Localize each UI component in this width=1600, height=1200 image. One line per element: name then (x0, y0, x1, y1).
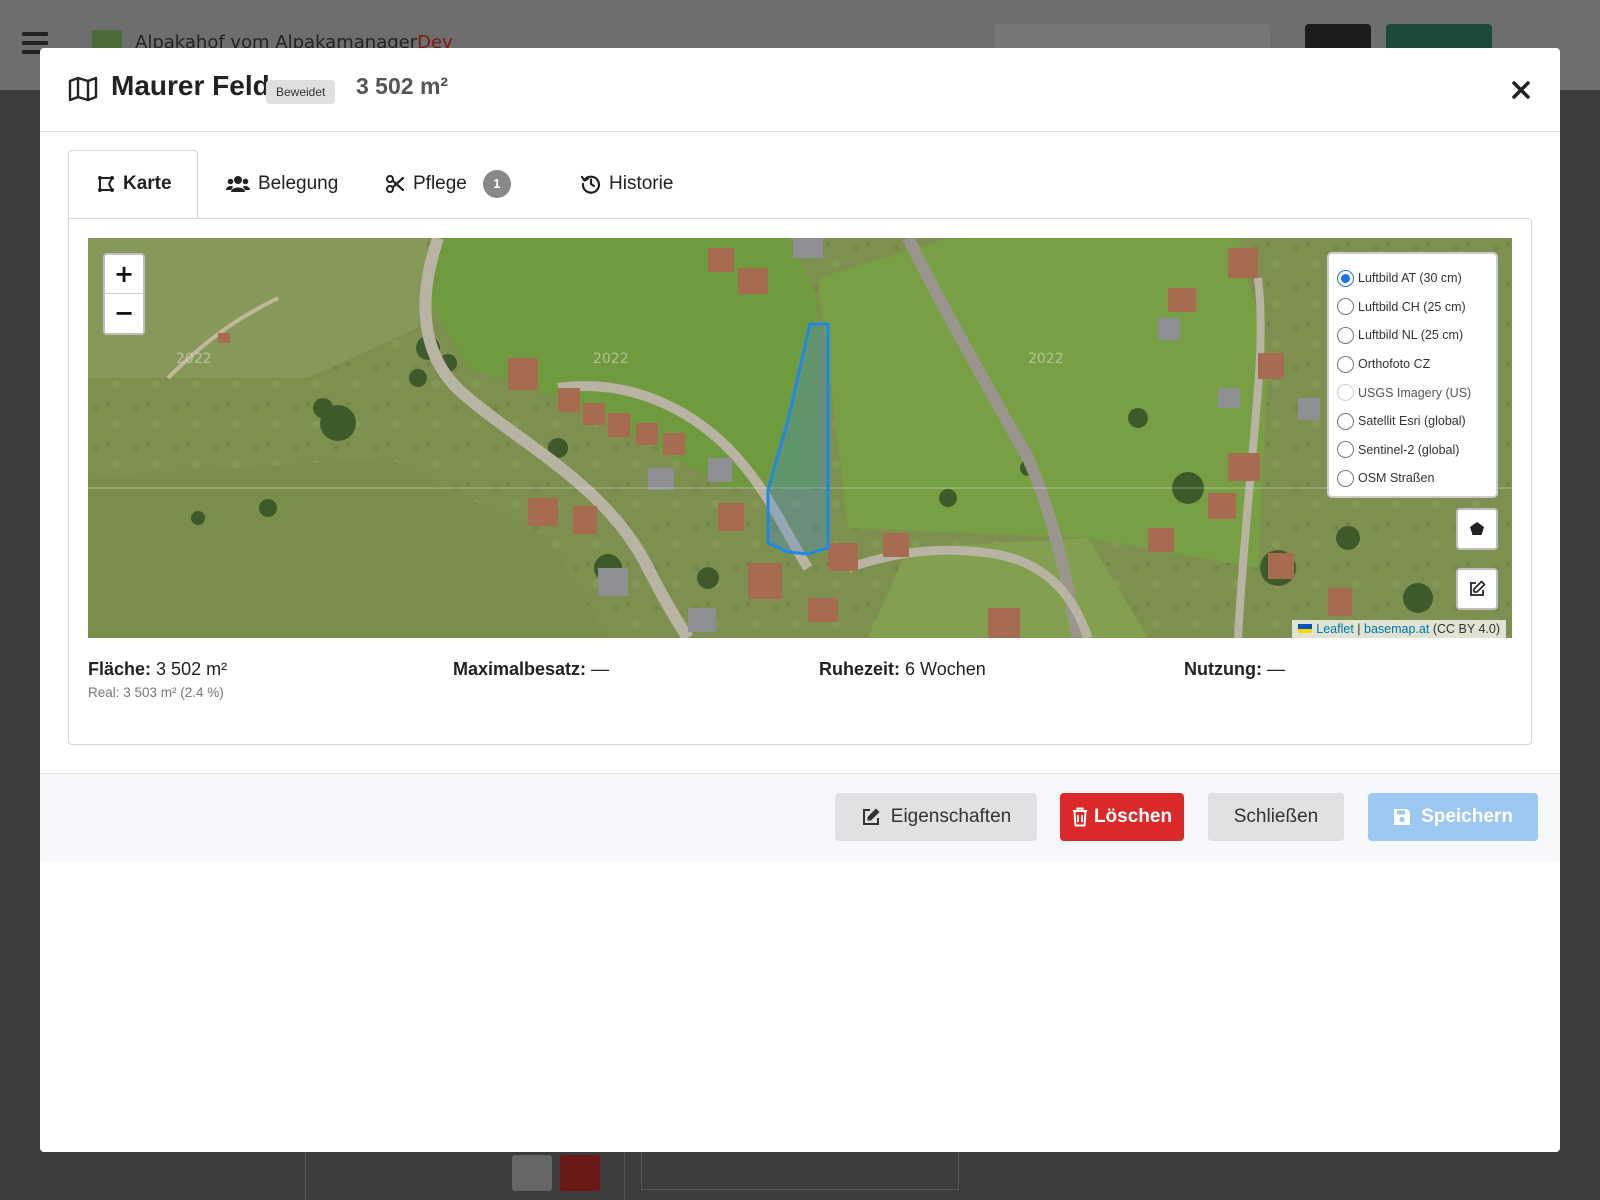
pasture-modal: Maurer Feld Beweidet 3 502 m² Karte Bele… (40, 48, 1560, 1152)
stat-maximalbesatz: Maximalbesatz: — (453, 659, 610, 679)
tab-label: Karte (123, 173, 172, 194)
leaflet-link[interactable]: Leaflet (1316, 622, 1354, 636)
edit-icon (1470, 580, 1486, 596)
year-watermark: 2022 (1028, 351, 1064, 367)
map-attribution: Leaflet | basemap.at (CC BY 4.0) (1292, 620, 1506, 638)
background-card (641, 1150, 959, 1190)
tab-historie[interactable]: Historie (553, 150, 701, 218)
layer-option[interactable]: Luftbild CH (25 cm) (1337, 293, 1488, 322)
layer-option[interactable]: Sentinel-2 (global) (1337, 436, 1488, 465)
properties-button[interactable]: Eigenschaften (835, 793, 1037, 841)
radio[interactable] (1337, 326, 1354, 344)
tab-label: Historie (609, 173, 674, 194)
basemap-link[interactable]: basemap.at (1364, 622, 1429, 636)
scissors-icon (385, 174, 405, 194)
modal-title: Maurer Feld (111, 70, 270, 101)
modal-footer: Eigenschaften Löschen Schließen Speicher… (40, 773, 1560, 861)
edit-icon (861, 807, 881, 827)
delete-button[interactable]: Löschen (1060, 793, 1184, 841)
floppy-disk-icon (1393, 808, 1411, 826)
tab-label: Pflege (413, 173, 467, 194)
zoom-in-button[interactable]: + (105, 255, 143, 294)
layer-option: USGS Imagery (US) (1337, 378, 1488, 407)
radio-disabled (1337, 384, 1354, 402)
users-icon (226, 174, 250, 194)
aerial-imagery: 2022 2022 2022 (88, 238, 1512, 638)
layer-option[interactable]: Orthofoto CZ (1337, 350, 1488, 379)
stat-flaeche-real: Real: 3 503 m² (2.4 %) (88, 685, 224, 700)
tab-label: Belegung (258, 173, 339, 194)
close-icon (1512, 81, 1530, 99)
close-modal-button[interactable]: Schließen (1208, 793, 1344, 841)
tab-panel-karte: 2022 2022 2022 + − Luftbild AT (30 cm) L… (68, 218, 1532, 745)
year-watermark: 2022 (176, 351, 212, 367)
layer-switcher: Luftbild AT (30 cm) Luftbild CH (25 cm) … (1327, 252, 1498, 498)
close-button[interactable] (1506, 75, 1536, 105)
stat-ruhezeit: Ruhezeit: 6 Wochen (819, 659, 986, 679)
tab-pflege[interactable]: Pflege 1 (357, 150, 539, 218)
status-badge: Beweidet (266, 80, 336, 104)
tab-belegung[interactable]: Belegung (198, 150, 366, 218)
draw-polygon-button[interactable] (1456, 508, 1498, 550)
stat-nutzung: Nutzung: — (1184, 659, 1285, 679)
edit-layers-button[interactable] (1456, 568, 1498, 610)
layer-option[interactable]: OSM Straßen (1337, 464, 1488, 493)
map-view[interactable]: 2022 2022 2022 + − Luftbild AT (30 cm) L… (88, 238, 1512, 638)
history-icon (581, 174, 601, 194)
background-edit-button (512, 1155, 552, 1191)
radio[interactable] (1337, 355, 1354, 373)
modal-header: Maurer Feld Beweidet 3 502 m² (40, 48, 1560, 132)
polygon-icon (97, 174, 115, 194)
zoom-control: + − (103, 253, 145, 335)
save-button[interactable]: Speichern (1368, 793, 1538, 841)
radio[interactable] (1337, 469, 1354, 487)
stat-flaeche: Fläche: 3 502 m² Real: 3 503 m² (2.4 %) (88, 659, 228, 700)
layer-option[interactable]: Satellit Esri (global) (1337, 407, 1488, 436)
zoom-out-button[interactable]: − (105, 294, 143, 333)
radio-selected[interactable] (1337, 269, 1354, 287)
ukraine-flag-icon (1298, 624, 1313, 633)
year-watermark: 2022 (593, 351, 629, 367)
area-value: 3 502 m² (356, 73, 449, 99)
layer-option[interactable]: Luftbild NL (25 cm) (1337, 321, 1488, 350)
radio[interactable] (1337, 441, 1354, 459)
pentagon-icon (1470, 522, 1484, 535)
tab-karte[interactable]: Karte (68, 150, 198, 218)
map-icon (68, 76, 98, 102)
pflege-count-badge: 1 (482, 170, 511, 198)
radio[interactable] (1337, 412, 1354, 430)
background-delete-button (560, 1155, 600, 1191)
trash-icon (1072, 807, 1088, 827)
layer-option[interactable]: Luftbild AT (30 cm) (1337, 264, 1488, 293)
radio[interactable] (1337, 298, 1354, 316)
